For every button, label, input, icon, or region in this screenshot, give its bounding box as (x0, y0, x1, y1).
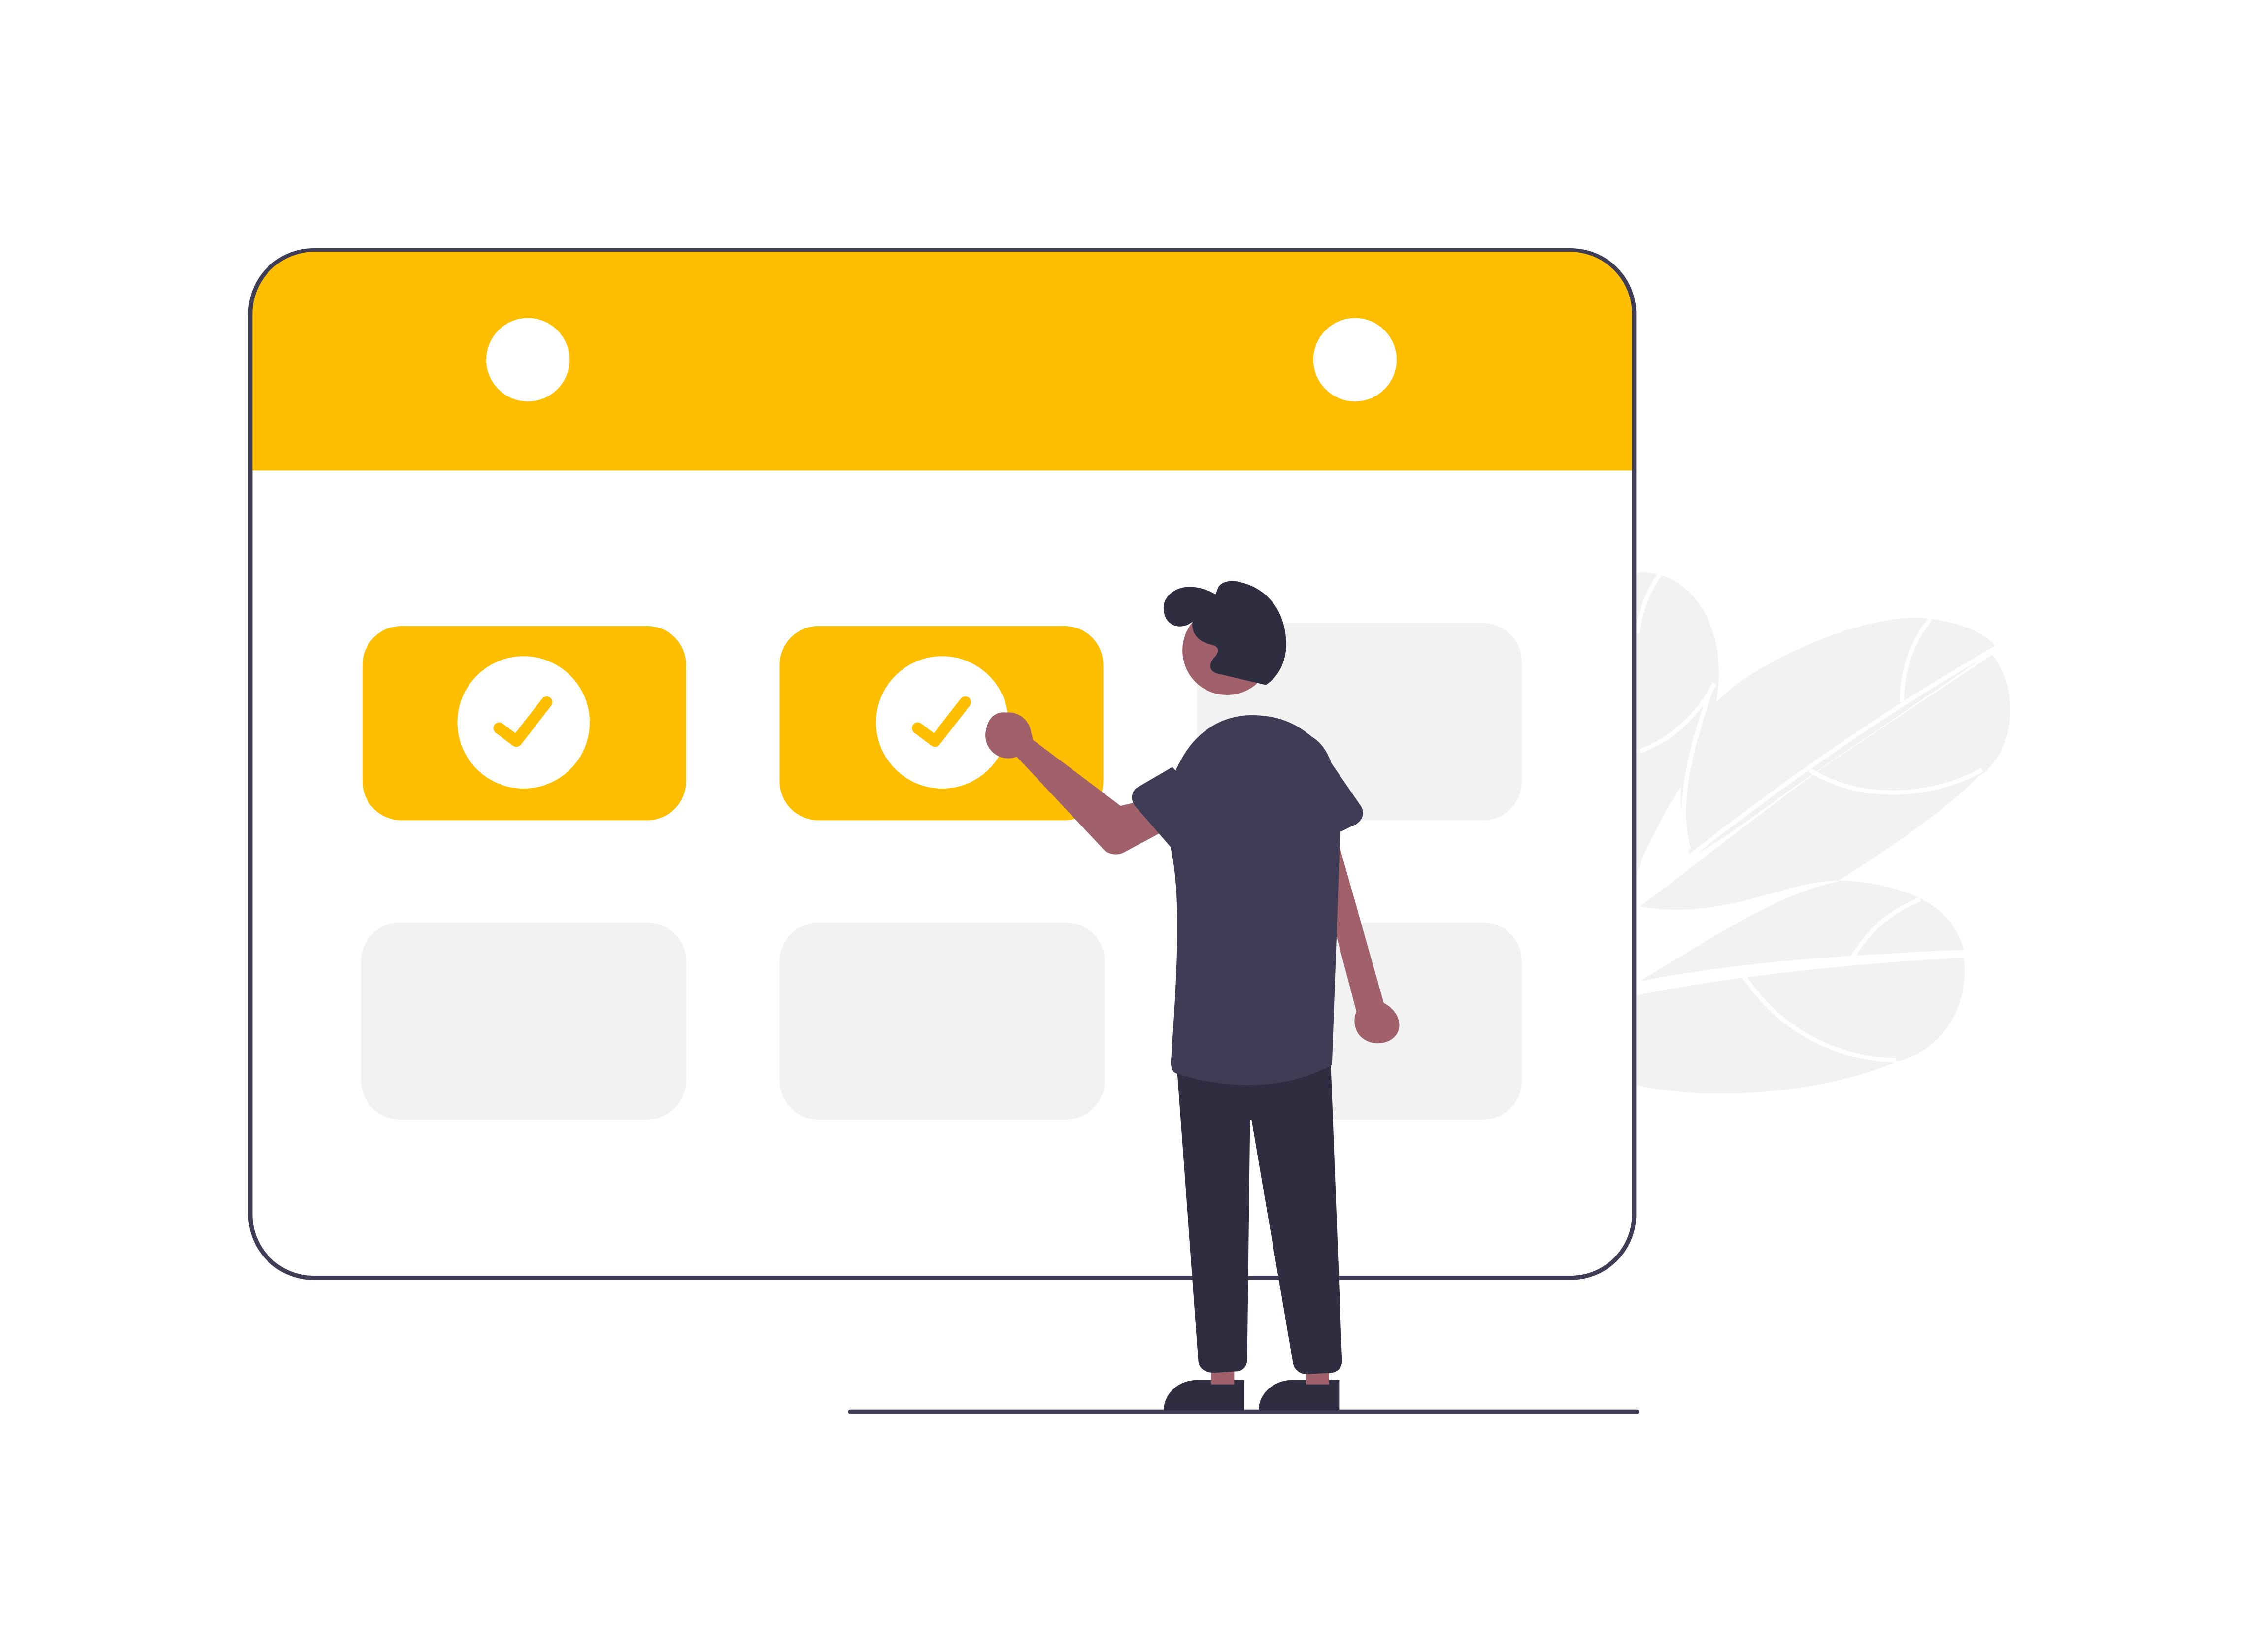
calendar (248, 248, 1637, 1280)
check-circle-icon (457, 656, 590, 789)
slot-empty-3[interactable] (779, 922, 1105, 1120)
ring-hole-right-icon (1313, 318, 1397, 402)
shoe-left (1164, 1380, 1244, 1411)
calendar-illustration (248, 248, 2010, 1414)
shoe-right (1258, 1380, 1340, 1411)
ring-hole-left-icon (486, 318, 570, 402)
leaf-lower (1637, 955, 1965, 1094)
plant-leaves (1635, 571, 2010, 1094)
slot-empty-2[interactable] (361, 922, 686, 1120)
slot-completed-1[interactable] (362, 626, 686, 821)
hand-left (985, 712, 1032, 759)
calendar-header (252, 252, 1632, 471)
